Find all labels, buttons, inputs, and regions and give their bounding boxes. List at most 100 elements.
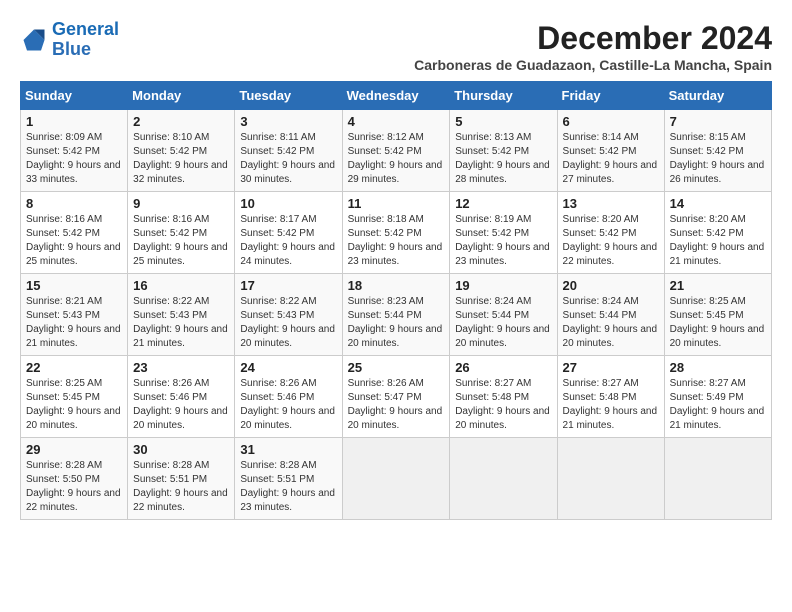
day-cell: 4 Sunrise: 8:12 AM Sunset: 5:42 PM Daylig… [342, 110, 450, 192]
day-number: 11 [348, 196, 445, 211]
week-row-2: 8 Sunrise: 8:16 AM Sunset: 5:42 PM Daylig… [21, 192, 772, 274]
calendar-table: SundayMondayTuesdayWednesdayThursdayFrid… [20, 81, 772, 520]
logo-line2: Blue [52, 39, 91, 59]
header-day-friday: Friday [557, 82, 664, 110]
day-number: 22 [26, 360, 122, 375]
day-info: Sunrise: 8:20 AM Sunset: 5:42 PM Dayligh… [563, 213, 659, 269]
day-cell [342, 438, 450, 520]
day-cell: 29 Sunrise: 8:28 AM Sunset: 5:50 PM Dayli… [21, 438, 128, 520]
day-info: Sunrise: 8:14 AM Sunset: 5:42 PM Dayligh… [563, 131, 659, 187]
day-info: Sunrise: 8:27 AM Sunset: 5:48 PM Dayligh… [563, 377, 659, 433]
day-info: Sunrise: 8:13 AM Sunset: 5:42 PM Dayligh… [455, 131, 551, 187]
month-title: December 2024 [414, 20, 772, 57]
day-number: 23 [133, 360, 229, 375]
day-info: Sunrise: 8:09 AM Sunset: 5:42 PM Dayligh… [26, 131, 122, 187]
day-info: Sunrise: 8:22 AM Sunset: 5:43 PM Dayligh… [133, 295, 229, 351]
day-info: Sunrise: 8:12 AM Sunset: 5:42 PM Dayligh… [348, 131, 445, 187]
day-info: Sunrise: 8:26 AM Sunset: 5:46 PM Dayligh… [240, 377, 336, 433]
day-info: Sunrise: 8:26 AM Sunset: 5:47 PM Dayligh… [348, 377, 445, 433]
day-info: Sunrise: 8:25 AM Sunset: 5:45 PM Dayligh… [670, 295, 766, 351]
day-cell: 14 Sunrise: 8:20 AM Sunset: 5:42 PM Dayli… [664, 192, 771, 274]
day-cell: 22 Sunrise: 8:25 AM Sunset: 5:45 PM Dayli… [21, 356, 128, 438]
day-info: Sunrise: 8:18 AM Sunset: 5:42 PM Dayligh… [348, 213, 445, 269]
logo-text: General Blue [52, 20, 119, 60]
day-number: 27 [563, 360, 659, 375]
day-cell: 13 Sunrise: 8:20 AM Sunset: 5:42 PM Dayli… [557, 192, 664, 274]
day-number: 14 [670, 196, 766, 211]
day-info: Sunrise: 8:16 AM Sunset: 5:42 PM Dayligh… [133, 213, 229, 269]
day-info: Sunrise: 8:24 AM Sunset: 5:44 PM Dayligh… [455, 295, 551, 351]
week-row-3: 15 Sunrise: 8:21 AM Sunset: 5:43 PM Dayli… [21, 274, 772, 356]
day-cell [450, 438, 557, 520]
day-info: Sunrise: 8:27 AM Sunset: 5:49 PM Dayligh… [670, 377, 766, 433]
day-number: 31 [240, 442, 336, 457]
day-cell: 20 Sunrise: 8:24 AM Sunset: 5:44 PM Dayli… [557, 274, 664, 356]
day-cell [557, 438, 664, 520]
day-cell: 5 Sunrise: 8:13 AM Sunset: 5:42 PM Daylig… [450, 110, 557, 192]
day-number: 10 [240, 196, 336, 211]
header-day-tuesday: Tuesday [235, 82, 342, 110]
day-info: Sunrise: 8:28 AM Sunset: 5:51 PM Dayligh… [133, 459, 229, 515]
logo-line1: General [52, 19, 119, 39]
day-cell: 26Sunrise: 8:27 AM Sunset: 5:48 PM Dayli… [450, 356, 557, 438]
day-cell: 2Sunrise: 8:10 AM Sunset: 5:42 PM Daylig… [128, 110, 235, 192]
day-number: 9 [133, 196, 229, 211]
day-cell: 25 Sunrise: 8:26 AM Sunset: 5:47 PM Dayli… [342, 356, 450, 438]
logo-icon [20, 26, 48, 54]
day-number: 6 [563, 114, 659, 129]
day-number: 20 [563, 278, 659, 293]
day-info: Sunrise: 8:28 AM Sunset: 5:51 PM Dayligh… [240, 459, 336, 515]
header-day-wednesday: Wednesday [342, 82, 450, 110]
day-info: Sunrise: 8:24 AM Sunset: 5:44 PM Dayligh… [563, 295, 659, 351]
day-cell: 10 Sunrise: 8:17 AM Sunset: 5:42 PM Dayli… [235, 192, 342, 274]
day-cell: 27 Sunrise: 8:27 AM Sunset: 5:48 PM Dayli… [557, 356, 664, 438]
day-cell: 1 Sunrise: 8:09 AM Sunset: 5:42 PM Daylig… [21, 110, 128, 192]
day-info: Sunrise: 8:28 AM Sunset: 5:50 PM Dayligh… [26, 459, 122, 515]
day-number: 19 [455, 278, 551, 293]
day-number: 15 [26, 278, 122, 293]
day-number: 21 [670, 278, 766, 293]
location-subtitle: Carboneras de Guadazaon, Castille-La Man… [414, 57, 772, 73]
day-number: 12 [455, 196, 551, 211]
day-info: Sunrise: 8:27 AM Sunset: 5:48 PM Dayligh… [455, 377, 551, 433]
day-info: Sunrise: 8:19 AM Sunset: 5:42 PM Dayligh… [455, 213, 551, 269]
day-info: Sunrise: 8:15 AM Sunset: 5:42 PM Dayligh… [670, 131, 766, 187]
day-info: Sunrise: 8:17 AM Sunset: 5:42 PM Dayligh… [240, 213, 336, 269]
day-cell: 19 Sunrise: 8:24 AM Sunset: 5:44 PM Dayli… [450, 274, 557, 356]
day-number: 7 [670, 114, 766, 129]
day-number: 3 [240, 114, 336, 129]
day-info: Sunrise: 8:21 AM Sunset: 5:43 PM Dayligh… [26, 295, 122, 351]
day-info: Sunrise: 8:25 AM Sunset: 5:45 PM Dayligh… [26, 377, 122, 433]
day-number: 28 [670, 360, 766, 375]
day-info: Sunrise: 8:23 AM Sunset: 5:44 PM Dayligh… [348, 295, 445, 351]
day-cell: 15 Sunrise: 8:21 AM Sunset: 5:43 PM Dayli… [21, 274, 128, 356]
day-cell: 21 Sunrise: 8:25 AM Sunset: 5:45 PM Dayli… [664, 274, 771, 356]
day-number: 18 [348, 278, 445, 293]
day-cell: 7 Sunrise: 8:15 AM Sunset: 5:42 PM Daylig… [664, 110, 771, 192]
day-cell: 18 Sunrise: 8:23 AM Sunset: 5:44 PM Dayli… [342, 274, 450, 356]
day-number: 8 [26, 196, 122, 211]
day-number: 24 [240, 360, 336, 375]
header-day-saturday: Saturday [664, 82, 771, 110]
logo: General Blue [20, 20, 119, 60]
day-cell: 28 Sunrise: 8:27 AM Sunset: 5:49 PM Dayli… [664, 356, 771, 438]
day-cell: 11 Sunrise: 8:18 AM Sunset: 5:42 PM Dayli… [342, 192, 450, 274]
week-row-1: 1 Sunrise: 8:09 AM Sunset: 5:42 PM Daylig… [21, 110, 772, 192]
day-number: 4 [348, 114, 445, 129]
day-info: Sunrise: 8:22 AM Sunset: 5:43 PM Dayligh… [240, 295, 336, 351]
header-row: SundayMondayTuesdayWednesdayThursdayFrid… [21, 82, 772, 110]
day-number: 30 [133, 442, 229, 457]
day-number: 16 [133, 278, 229, 293]
day-number: 1 [26, 114, 122, 129]
day-number: 5 [455, 114, 551, 129]
day-cell: 31 Sunrise: 8:28 AM Sunset: 5:51 PM Dayli… [235, 438, 342, 520]
day-info: Sunrise: 8:20 AM Sunset: 5:42 PM Dayligh… [670, 213, 766, 269]
day-info: Sunrise: 8:11 AM Sunset: 5:42 PM Dayligh… [240, 131, 336, 187]
day-cell: 3 Sunrise: 8:11 AM Sunset: 5:42 PM Daylig… [235, 110, 342, 192]
header-day-monday: Monday [128, 82, 235, 110]
day-cell: 24 Sunrise: 8:26 AM Sunset: 5:46 PM Dayli… [235, 356, 342, 438]
week-row-5: 29 Sunrise: 8:28 AM Sunset: 5:50 PM Dayli… [21, 438, 772, 520]
day-number: 25 [348, 360, 445, 375]
day-number: 29 [26, 442, 122, 457]
day-number: 13 [563, 196, 659, 211]
